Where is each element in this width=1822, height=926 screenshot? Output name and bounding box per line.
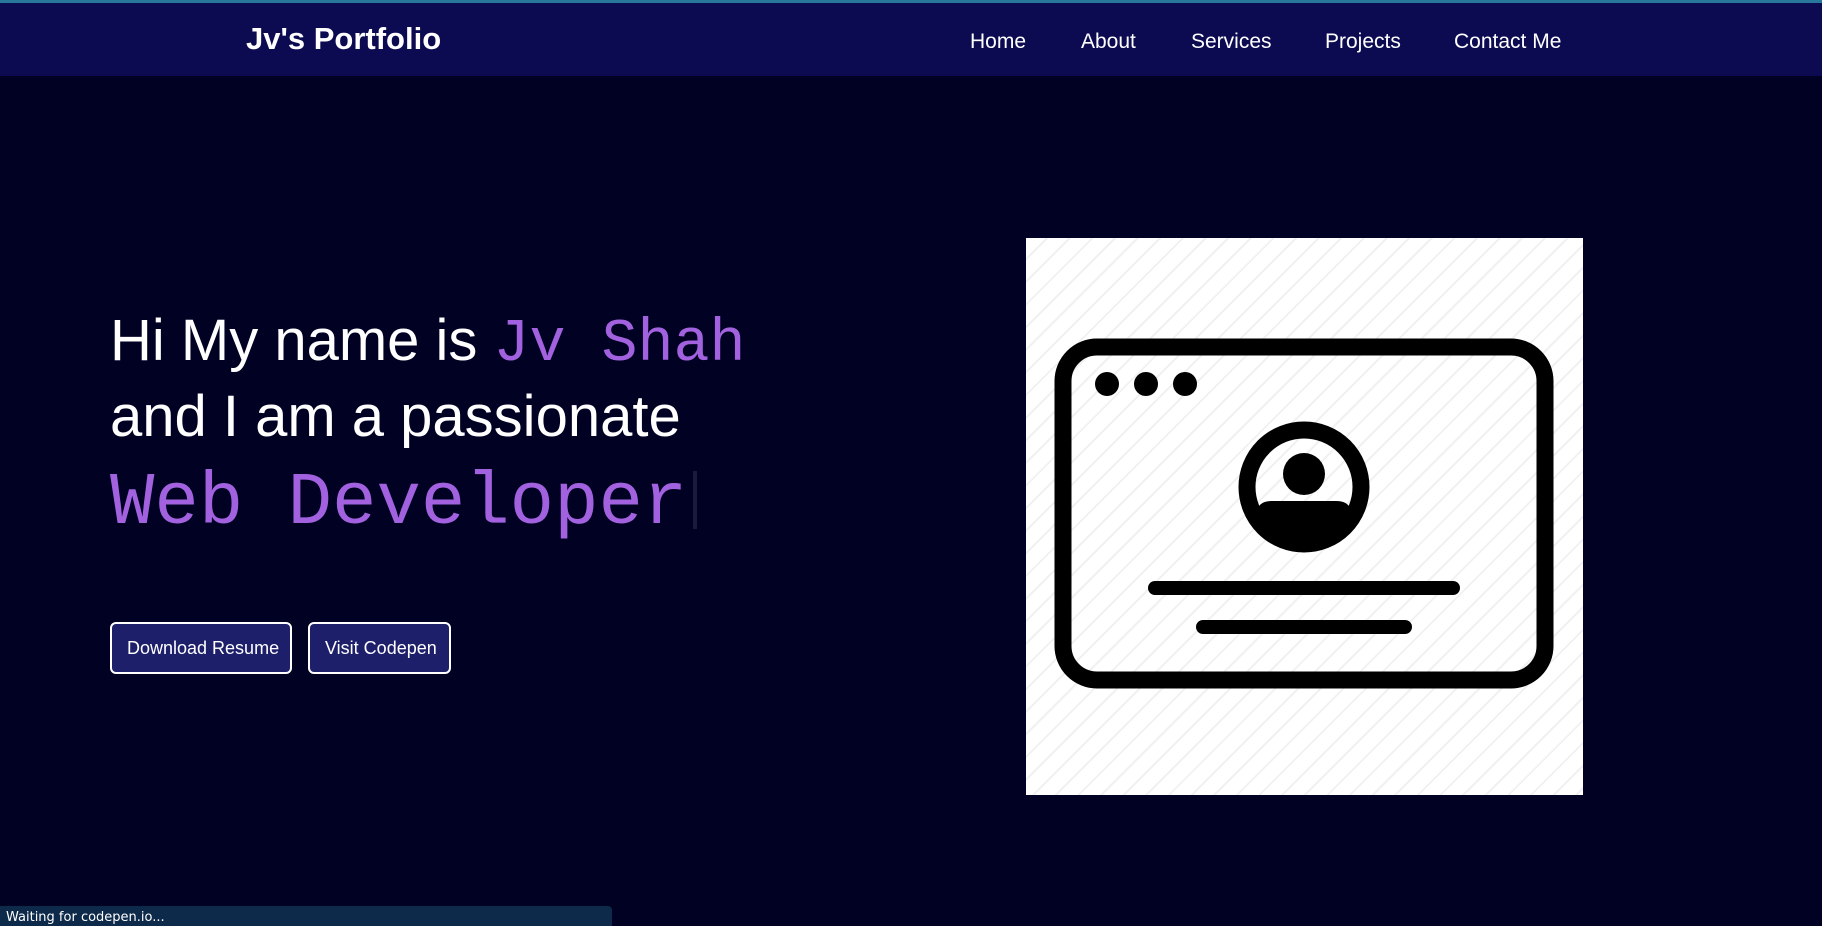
hero-heading-line-2: and I am a passionate bbox=[110, 384, 681, 449]
portfolio-page: Jv's Portfolio Home About Services Proje… bbox=[0, 0, 1822, 926]
hero-heading-line-1: Hi My name is Jv Shah bbox=[110, 305, 930, 381]
typing-cursor bbox=[693, 471, 698, 529]
hero-intro: Hi My name is Jv Shah and I am a passion… bbox=[110, 305, 930, 545]
nav-link-about[interactable]: About bbox=[1081, 28, 1136, 56]
nav-link-services[interactable]: Services bbox=[1191, 28, 1272, 56]
hero-name: Jv Shah bbox=[493, 311, 746, 379]
hero-role: Web Developer bbox=[110, 462, 688, 546]
hero-illustration bbox=[1026, 238, 1583, 795]
nav-link-home[interactable]: Home bbox=[970, 28, 1026, 56]
profile-card-icon bbox=[1054, 338, 1554, 689]
download-resume-button[interactable]: Download Resume bbox=[110, 622, 292, 674]
visit-codepen-button[interactable]: Visit Codepen bbox=[308, 622, 451, 674]
navbar: Jv's Portfolio Home About Services Proje… bbox=[0, 3, 1822, 76]
nav-link-contact-me[interactable]: Contact Me bbox=[1454, 28, 1561, 56]
browser-status-bar: Waiting for codepen.io... bbox=[0, 906, 612, 926]
hero-role-line: Web Developer bbox=[110, 463, 930, 545]
nav-link-projects[interactable]: Projects bbox=[1325, 28, 1401, 56]
brand-logo[interactable]: Jv's Portfolio bbox=[246, 21, 441, 57]
intro-prefix: Hi My name is bbox=[110, 308, 494, 373]
